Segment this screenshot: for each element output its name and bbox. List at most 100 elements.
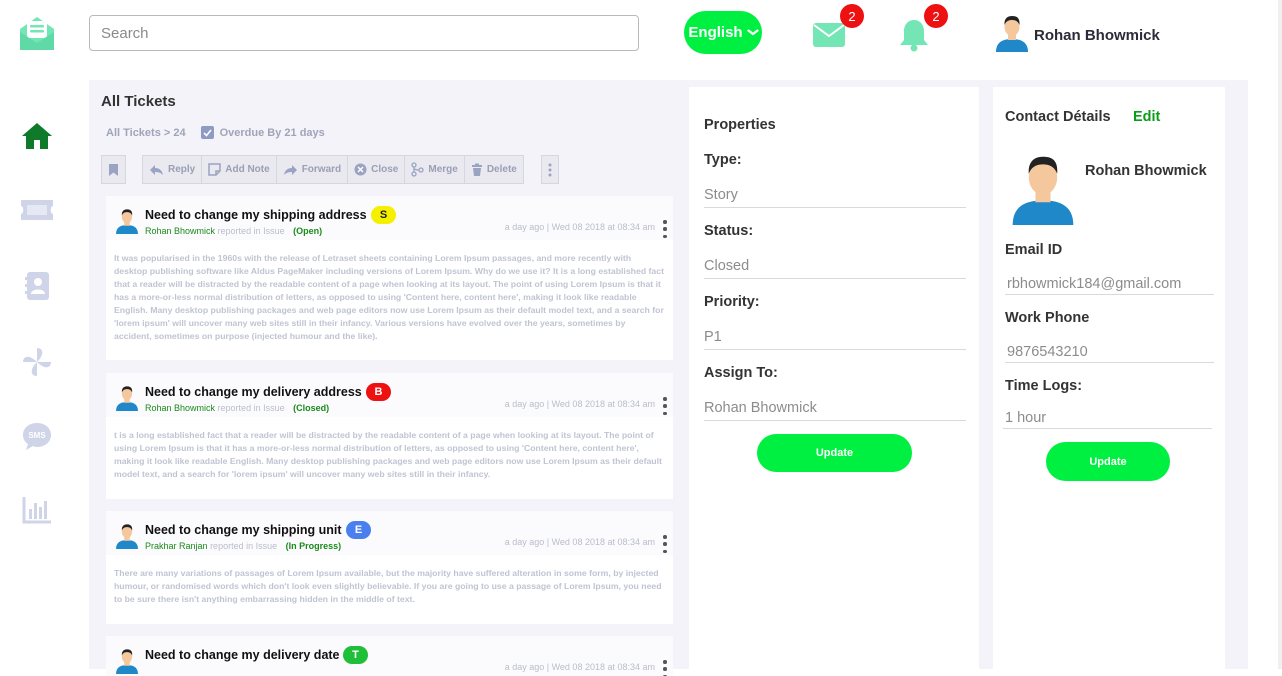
ticket-title[interactable]: Need to change my shipping address [145, 208, 367, 222]
sidebar-item-reports[interactable] [18, 492, 56, 528]
work-phone-label: Work Phone [1005, 310, 1090, 326]
mail-count-badge: 2 [840, 4, 864, 28]
ticket-card[interactable]: Need to change my shipping address S Roh… [106, 196, 673, 360]
ticket-toolbar: Reply Add Note Forward Close Merge Delet… [101, 155, 559, 184]
kebab-icon [548, 163, 552, 176]
ticket-meta: Prakhar Ranjan reported in Issue (In Pro… [145, 541, 341, 551]
note-icon [208, 163, 221, 176]
contact-details-title: Contact Détails [1005, 109, 1111, 125]
envelope-icon[interactable] [812, 22, 846, 48]
ticket-time: a day ago | Wed 08 2018 at 08:34 am [504, 399, 655, 409]
ticket-header: Need to change my delivery address B Roh… [106, 373, 673, 417]
reply-icon [150, 164, 163, 175]
bar-chart-icon [22, 497, 51, 524]
ticket-title[interactable]: Need to change my delivery date [145, 648, 340, 662]
mail-logo-icon[interactable] [16, 12, 58, 54]
language-select[interactable]: English [684, 11, 762, 54]
assign-to-label: Assign To: [704, 365, 778, 381]
work-phone-field[interactable]: 9876543210 [1005, 344, 1214, 363]
ticket-menu-icon[interactable] [661, 660, 669, 676]
ticket-menu-icon[interactable] [661, 220, 669, 238]
priority-field[interactable]: P1 [704, 329, 966, 350]
edit-link[interactable]: Edit [1133, 109, 1160, 125]
overdue-checkbox[interactable] [200, 126, 214, 139]
home-icon [22, 123, 52, 149]
ticket-menu-icon[interactable] [661, 397, 669, 415]
language-label: English [688, 24, 743, 41]
ticket-card[interactable]: Need to change my delivery address B Roh… [106, 373, 673, 499]
type-field[interactable]: Story [704, 187, 966, 208]
search-input[interactable] [89, 15, 639, 51]
ticket-tag: E [346, 521, 371, 539]
ticket-tag: B [366, 383, 391, 401]
avatar [114, 648, 140, 676]
properties-update-button[interactable]: Update [757, 434, 912, 472]
ticket-reported-in: reported in Issue [217, 403, 285, 413]
avatar [1007, 153, 1079, 230]
ticket-header: Need to change my delivery date T a day … [106, 636, 673, 676]
ticket-reporter[interactable]: Rohan Bhowmick [145, 403, 215, 413]
delete-button[interactable]: Delete [464, 155, 524, 184]
breadcrumb: All Tickets > 24 Overdue By 21 days [106, 126, 325, 139]
top-bar: English 2 2 Rohan Bhowmick [0, 0, 1282, 66]
svg-text:SMS: SMS [28, 431, 46, 440]
ticket-tag: S [371, 206, 396, 224]
ticket-status: (Open) [293, 226, 323, 236]
contacts-book-icon [25, 272, 49, 300]
trash-icon [471, 163, 482, 176]
ticket-card[interactable]: Need to change my shipping unit E Prakha… [106, 511, 673, 624]
breadcrumb-text[interactable]: All Tickets > 24 [106, 127, 186, 139]
chevron-down-icon [746, 27, 759, 39]
contact-panel: Contact Détails Edit Rohan Bhowmick Emai… [993, 87, 1225, 669]
ticket-menu-icon[interactable] [661, 535, 669, 553]
sidebar-item-contacts[interactable] [18, 268, 56, 304]
ticket-body: There are many variations of passages of… [114, 568, 662, 604]
ticket-icon [21, 200, 53, 220]
sidebar-item-home[interactable] [18, 118, 56, 154]
avatar [994, 14, 1030, 57]
sidebar-item-sms[interactable]: SMS [18, 418, 56, 454]
ticket-time: a day ago | Wed 08 2018 at 08:34 am [504, 537, 655, 547]
reply-button[interactable]: Reply [142, 155, 203, 184]
add-note-button[interactable]: Add Note [202, 155, 277, 184]
sidebar-item-tickets[interactable] [18, 192, 56, 228]
time-logs-label: Time Logs: [1005, 378, 1083, 394]
ticket-title[interactable]: Need to change my delivery address [145, 385, 362, 399]
status-field[interactable]: Closed [704, 258, 966, 279]
type-label: Type: [704, 152, 742, 168]
ticket-tag: T [343, 646, 368, 664]
close-button[interactable]: Close [348, 155, 406, 184]
sms-icon: SMS [23, 423, 51, 450]
ticket-title[interactable]: Need to change my shipping unit [145, 523, 342, 537]
ticket-meta: Rohan Bhowmick reported in Issue (Closed… [145, 403, 329, 413]
sidebar-item-pinwheel[interactable] [18, 344, 56, 380]
bookmark-button[interactable] [101, 155, 126, 184]
email-field[interactable]: rbhowmick184@gmail.com [1005, 276, 1214, 295]
ticket-time: a day ago | Wed 08 2018 at 08:34 am [504, 222, 655, 232]
bell-icon[interactable] [898, 18, 930, 52]
pinwheel-icon [23, 348, 51, 376]
avatar [114, 208, 140, 239]
user-name: Rohan Bhowmick [1034, 27, 1160, 44]
avatar [114, 523, 140, 554]
ticket-status: (Closed) [293, 403, 330, 413]
contact-update-button[interactable]: Update [1046, 442, 1170, 481]
status-label: Status: [704, 223, 754, 239]
ticket-reporter[interactable]: Prakhar Ranjan [145, 541, 208, 551]
merge-button[interactable]: Merge [405, 155, 465, 184]
close-circle-icon [354, 163, 367, 176]
more-options-button[interactable] [540, 155, 559, 184]
page-scrollbar[interactable] [1278, 0, 1282, 669]
user-menu[interactable]: Rohan Bhowmick [994, 14, 1160, 57]
forward-button[interactable]: Forward [276, 155, 349, 184]
ticket-reported-in: reported in Issue [217, 226, 285, 236]
bell-count-badge: 2 [924, 4, 948, 28]
bookmark-icon [109, 163, 118, 176]
tickets-panel: All Tickets All Tickets > 24 Overdue By … [89, 80, 684, 676]
ticket-card[interactable]: Need to change my delivery date T a day … [106, 636, 673, 676]
time-logs-field[interactable]: 1 hour [1003, 410, 1212, 429]
assign-to-field[interactable]: Rohan Bhowmick [704, 400, 966, 421]
ticket-time: a day ago | Wed 08 2018 at 08:34 am [504, 662, 655, 672]
ticket-reported-in: reported in Issue [210, 541, 278, 551]
ticket-reporter[interactable]: Rohan Bhowmick [145, 226, 215, 236]
